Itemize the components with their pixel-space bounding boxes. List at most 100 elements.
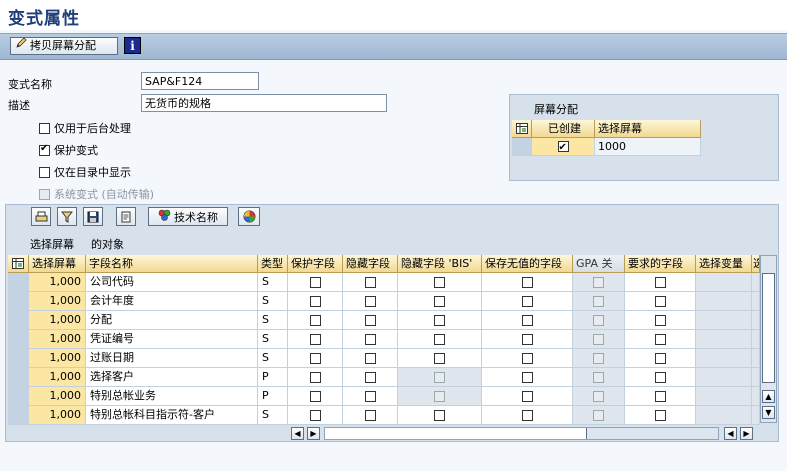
required-checkbox[interactable]: [654, 390, 666, 402]
table-settings-icon[interactable]: [512, 120, 532, 138]
col-header-more[interactable]: 选: [752, 255, 760, 273]
cell-required: [625, 330, 696, 349]
row-selector[interactable]: [8, 273, 29, 292]
col-header-required[interactable]: 要求的字段: [625, 255, 696, 273]
save-layout-icon[interactable]: [83, 207, 103, 226]
grid-settings-icon[interactable]: [8, 255, 29, 273]
hide-checkbox[interactable]: [364, 314, 376, 326]
required-checkbox[interactable]: [654, 295, 666, 307]
col-header-gpa[interactable]: GPA 关: [573, 255, 625, 273]
col-header-field-name[interactable]: 字段名称: [86, 255, 258, 273]
description-field[interactable]: 无货币的规格: [141, 94, 387, 112]
required-checkbox[interactable]: [654, 352, 666, 364]
scroll-left-small-icon[interactable]: ◀: [291, 427, 304, 440]
scroll-right-icon[interactable]: ▶: [740, 427, 753, 440]
row-selector[interactable]: [8, 292, 29, 311]
hide-bis-checkbox[interactable]: [434, 333, 445, 345]
protect-checkbox[interactable]: [309, 333, 321, 345]
info-icon[interactable]: i: [124, 37, 141, 54]
hide-checkbox[interactable]: [364, 390, 376, 402]
save-no-value-checkbox[interactable]: [521, 409, 533, 421]
protect-checkbox[interactable]: [309, 390, 321, 402]
scroll-up-icon[interactable]: ▲: [762, 390, 775, 403]
col-header-hide-bis[interactable]: 隐藏字段 'BIS': [398, 255, 482, 273]
vertical-scrollbar-thumb[interactable]: [762, 273, 775, 383]
hide-checkbox[interactable]: [364, 276, 376, 288]
gpa-checkbox: [593, 390, 604, 402]
copy-screen-assignment-button[interactable]: 拷贝屏幕分配: [10, 37, 118, 55]
row-selector[interactable]: [8, 311, 29, 330]
checkbox-box[interactable]: [39, 166, 50, 178]
cell-empty: [752, 273, 760, 292]
cell-gpa: [573, 406, 625, 425]
col-header-type[interactable]: 类型: [258, 255, 288, 273]
horizontal-scrollbar-thumb[interactable]: [325, 428, 587, 439]
cell-empty: [752, 292, 760, 311]
row-selector[interactable]: [8, 349, 29, 368]
hide-checkbox[interactable]: [364, 371, 376, 383]
hide-checkbox[interactable]: [364, 409, 376, 421]
scroll-left-icon[interactable]: ◀: [724, 427, 737, 440]
row-selector[interactable]: [8, 387, 29, 406]
hide-bis-checkbox[interactable]: [434, 314, 445, 326]
catalog-only-checkbox[interactable]: 仅在目录中显示: [39, 164, 131, 180]
cell-protect: [288, 330, 343, 349]
cell-protect: [288, 292, 343, 311]
protect-variant-checkbox[interactable]: 保护变式: [39, 142, 98, 158]
save-no-value-checkbox[interactable]: [521, 333, 533, 345]
checkbox-box[interactable]: [39, 122, 50, 134]
required-checkbox[interactable]: [654, 314, 666, 326]
screen-header[interactable]: 选择屏幕: [595, 120, 701, 138]
row-selector[interactable]: [512, 138, 532, 156]
cell-hide: [343, 349, 398, 368]
row-selector[interactable]: [8, 330, 29, 349]
protect-checkbox[interactable]: [309, 352, 321, 364]
col-header-save-no-value[interactable]: 保存无值的字段: [482, 255, 573, 273]
col-header-hide[interactable]: 隐藏字段: [343, 255, 398, 273]
filter-icon[interactable]: [57, 207, 77, 226]
row-selector[interactable]: [8, 368, 29, 387]
protect-checkbox[interactable]: [309, 314, 321, 326]
row-selector[interactable]: [8, 406, 29, 425]
protect-checkbox[interactable]: [309, 276, 321, 288]
scroll-down-icon[interactable]: ▼: [762, 406, 775, 419]
cell-empty: [752, 349, 760, 368]
save-no-value-checkbox[interactable]: [521, 371, 533, 383]
print-icon[interactable]: [31, 207, 51, 226]
print-preview-icon[interactable]: [116, 207, 136, 226]
variant-name-field[interactable]: SAP&F124: [141, 72, 259, 90]
save-no-value-checkbox[interactable]: [521, 295, 533, 307]
save-no-value-checkbox[interactable]: [521, 276, 533, 288]
variant-name-label: 变式名称: [8, 78, 52, 91]
protect-checkbox[interactable]: [309, 295, 321, 307]
hide-bis-checkbox[interactable]: [434, 409, 445, 421]
save-no-value-checkbox[interactable]: [521, 314, 533, 326]
created-checkbox[interactable]: [557, 139, 569, 156]
hide-bis-checkbox[interactable]: [434, 276, 445, 288]
color-legend-icon[interactable]: [238, 207, 260, 226]
save-no-value-checkbox[interactable]: [521, 390, 533, 402]
save-no-value-checkbox[interactable]: [521, 352, 533, 364]
col-header-protect[interactable]: 保护字段: [288, 255, 343, 273]
created-header[interactable]: 已创建: [532, 120, 595, 138]
protect-checkbox[interactable]: [309, 409, 321, 421]
checkbox-box[interactable]: [39, 143, 50, 156]
scroll-right-small-icon[interactable]: ▶: [307, 427, 320, 440]
required-checkbox[interactable]: [654, 333, 666, 345]
cell-field-name: 过账日期: [86, 349, 258, 368]
hide-checkbox[interactable]: [364, 333, 376, 345]
hide-checkbox[interactable]: [364, 352, 376, 364]
hide-bis-checkbox[interactable]: [434, 352, 445, 364]
required-checkbox[interactable]: [654, 409, 666, 421]
col-header-sel-variable[interactable]: 选择变量: [696, 255, 752, 273]
created-cell[interactable]: [532, 138, 595, 156]
cell-empty: [696, 292, 752, 311]
required-checkbox[interactable]: [654, 371, 666, 383]
hide-checkbox[interactable]: [364, 295, 376, 307]
protect-checkbox[interactable]: [309, 371, 321, 383]
col-header-screen[interactable]: 选择屏幕: [29, 255, 86, 273]
hide-bis-checkbox[interactable]: [434, 295, 445, 307]
background-only-checkbox[interactable]: 仅用于后台处理: [39, 120, 131, 136]
technical-name-button[interactable]: 技术名称: [148, 207, 228, 226]
required-checkbox[interactable]: [654, 276, 666, 288]
